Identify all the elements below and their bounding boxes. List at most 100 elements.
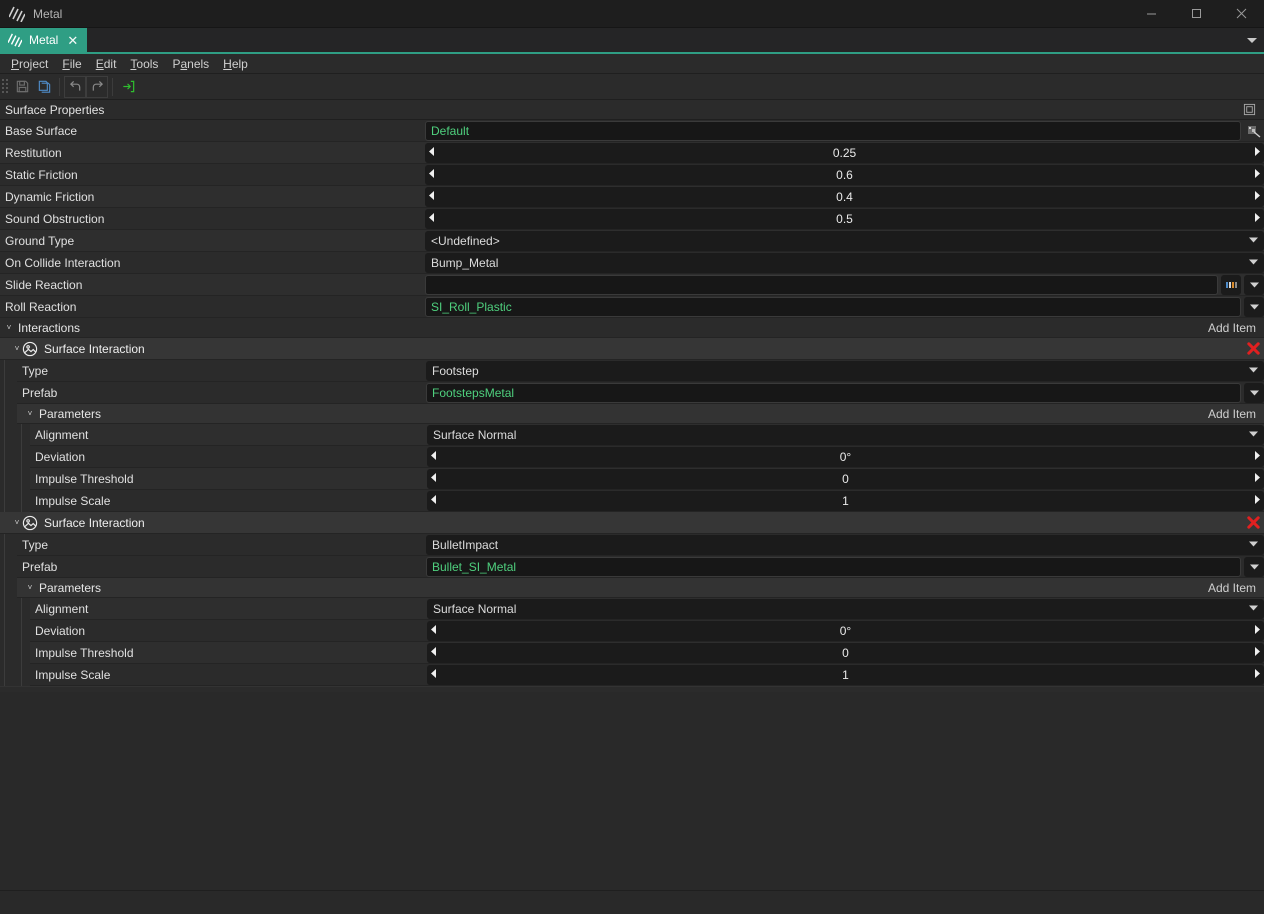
menu-help[interactable]: Help <box>216 54 255 74</box>
combo-alignment[interactable]: Surface Normal <box>427 599 1264 619</box>
parameters-section-header[interactable]: ˅ParametersAdd Item <box>17 578 1264 598</box>
combo-alignment[interactable]: Surface Normal <box>427 425 1264 445</box>
panel-layout-icon[interactable] <box>1238 99 1260 121</box>
twisty-icon[interactable]: ˅ <box>12 345 22 353</box>
chevron-down-icon[interactable] <box>1249 367 1258 375</box>
twisty-icon[interactable]: ˅ <box>12 519 22 527</box>
increment-arrow-icon[interactable] <box>1254 473 1260 484</box>
parameters-section-header[interactable]: ˅ParametersAdd Item <box>17 404 1264 424</box>
dropdown-button[interactable] <box>1244 557 1264 577</box>
minimize-button[interactable] <box>1129 0 1174 28</box>
input-prefab[interactable]: FootstepsMetal <box>426 383 1241 403</box>
dropdown-button[interactable] <box>1244 383 1264 403</box>
menu-edit[interactable]: Edit <box>89 54 124 74</box>
increment-arrow-icon[interactable] <box>1254 451 1260 462</box>
twisty-icon[interactable]: ˅ <box>4 324 14 332</box>
chevron-down-icon[interactable] <box>1249 259 1258 267</box>
twisty-icon[interactable]: ˅ <box>25 584 35 592</box>
parameters-body: AlignmentSurface NormalDeviation0°Impuls… <box>21 424 1264 512</box>
tab-bar: Metal ✕ <box>0 28 1264 54</box>
tab-close-icon[interactable]: ✕ <box>67 34 78 47</box>
decrement-arrow-icon[interactable] <box>431 625 437 636</box>
property-label: Ground Type <box>0 234 425 248</box>
decrement-arrow-icon[interactable] <box>431 495 437 506</box>
decrement-arrow-icon[interactable] <box>429 169 435 180</box>
toolbar-drag-handle[interactable] <box>2 78 9 96</box>
slider-deviation[interactable]: 0° <box>427 621 1264 641</box>
property-label: Deviation <box>30 624 427 638</box>
property-row: Impulse Scale1 <box>30 664 1264 686</box>
input-roll-reaction[interactable]: SI_Roll_Plastic <box>425 297 1241 317</box>
slider-impulse-threshold[interactable]: 0 <box>427 469 1264 489</box>
dropdown-button[interactable] <box>1244 275 1264 295</box>
input-slide-reaction[interactable] <box>425 275 1218 295</box>
increment-arrow-icon[interactable] <box>1254 647 1260 658</box>
increment-arrow-icon[interactable] <box>1254 213 1260 224</box>
chevron-down-icon[interactable] <box>1249 237 1258 245</box>
undo-icon[interactable] <box>64 76 86 98</box>
decrement-arrow-icon[interactable] <box>429 213 435 224</box>
slider-sound-obstruction[interactable]: 0.5 <box>425 209 1264 229</box>
property-label: Prefab <box>17 560 426 574</box>
save-icon[interactable] <box>11 76 33 98</box>
interaction-group-header[interactable]: ˅ Surface Interaction <box>0 338 1264 360</box>
chevron-down-icon[interactable] <box>1249 431 1258 439</box>
increment-arrow-icon[interactable] <box>1254 147 1260 158</box>
combo-ground-type[interactable]: <Undefined> <box>425 231 1264 251</box>
combo-type[interactable]: Footstep <box>426 361 1264 381</box>
maximize-button[interactable] <box>1174 0 1219 28</box>
combo-on-collide-interaction[interactable]: Bump_Metal <box>425 253 1264 273</box>
delete-interaction-button[interactable] <box>1242 338 1264 360</box>
tab-metal[interactable]: Metal ✕ <box>0 28 87 52</box>
slider-impulse-scale[interactable]: 1 <box>427 491 1264 511</box>
surface-picker-icon[interactable] <box>1244 121 1264 141</box>
property-row: Impulse Scale1 <box>30 490 1264 512</box>
chevron-down-icon[interactable] <box>1249 541 1258 549</box>
menu-file[interactable]: File <box>55 54 88 74</box>
chevron-down-icon[interactable] <box>1240 28 1264 52</box>
decrement-arrow-icon[interactable] <box>431 669 437 680</box>
close-button[interactable] <box>1219 0 1264 28</box>
combo-type[interactable]: BulletImpact <box>426 535 1264 555</box>
decrement-arrow-icon[interactable] <box>431 473 437 484</box>
more-options-button[interactable] <box>1221 275 1241 295</box>
slider-restitution[interactable]: 0.25 <box>425 143 1264 163</box>
increment-arrow-icon[interactable] <box>1254 191 1260 202</box>
decrement-arrow-icon[interactable] <box>431 647 437 658</box>
slider-impulse-scale[interactable]: 1 <box>427 665 1264 685</box>
export-icon[interactable] <box>117 76 139 98</box>
decrement-arrow-icon[interactable] <box>429 147 435 158</box>
menu-tools[interactable]: Tools <box>123 54 165 74</box>
menu-project[interactable]: PProjectroject <box>4 54 55 74</box>
decrement-arrow-icon[interactable] <box>429 191 435 202</box>
field-impulse-threshold: 0 <box>427 469 1264 489</box>
interaction-group-header[interactable]: ˅Surface Interaction <box>0 512 1264 534</box>
interaction-group-body: TypeBulletImpactPrefabBullet_SI_Metal˅Pa… <box>4 534 1264 686</box>
slider-impulse-threshold[interactable]: 0 <box>427 643 1264 663</box>
increment-arrow-icon[interactable] <box>1254 625 1260 636</box>
increment-arrow-icon[interactable] <box>1254 669 1260 680</box>
increment-arrow-icon[interactable] <box>1254 169 1260 180</box>
twisty-icon[interactable]: ˅ <box>25 410 35 418</box>
slider-static-friction[interactable]: 0.6 <box>425 165 1264 185</box>
input-base-surface[interactable]: Default <box>425 121 1241 141</box>
slider-deviation[interactable]: 0° <box>427 447 1264 467</box>
slider-value: 0.6 <box>425 168 1264 182</box>
parameters-add-item-button[interactable]: Add Item <box>1208 407 1264 421</box>
interaction-group-title: Surface Interaction <box>44 342 1242 356</box>
parameters-add-item-button[interactable]: Add Item <box>1208 581 1264 595</box>
increment-arrow-icon[interactable] <box>1254 495 1260 506</box>
slider-dynamic-friction[interactable]: 0.4 <box>425 187 1264 207</box>
save-all-icon[interactable] <box>33 76 55 98</box>
menu-panels[interactable]: Panels <box>165 54 216 74</box>
input-prefab[interactable]: Bullet_SI_Metal <box>426 557 1241 577</box>
interactions-add-item-button[interactable]: Add Item <box>1208 321 1264 335</box>
interactions-section-header[interactable]: ˅ Interactions Add Item <box>0 318 1264 338</box>
delete-interaction-button[interactable] <box>1242 512 1264 534</box>
dropdown-button[interactable] <box>1244 297 1264 317</box>
chevron-down-icon[interactable] <box>1249 605 1258 613</box>
redo-icon[interactable] <box>86 76 108 98</box>
decrement-arrow-icon[interactable] <box>431 451 437 462</box>
property-row: Impulse Threshold0 <box>30 468 1264 490</box>
property-label: Roll Reaction <box>0 300 425 314</box>
